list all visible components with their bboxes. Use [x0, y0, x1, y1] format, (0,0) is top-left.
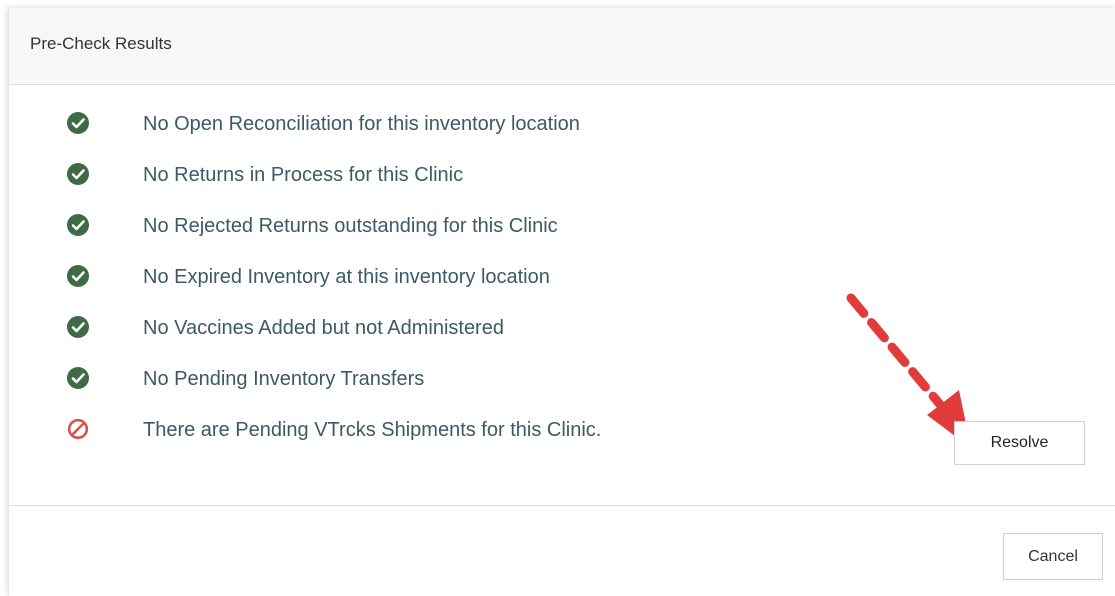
dialog-footer: Cancel [9, 505, 1115, 596]
result-item: No Vaccines Added but not Administered [9, 306, 1115, 357]
check-circle-icon [67, 214, 89, 236]
cancel-button[interactable]: Cancel [1003, 533, 1103, 580]
check-circle-icon [67, 163, 89, 185]
check-circle-icon [67, 367, 89, 389]
result-item: There are Pending VTrcks Shipments for t… [9, 408, 1115, 459]
check-circle-icon [67, 112, 89, 134]
pre-check-results-dialog: Pre-Check Results No Open Reconciliation… [8, 8, 1115, 596]
dialog-header: Pre-Check Results [9, 8, 1115, 85]
results-list: No Open Reconciliation for this inventor… [9, 102, 1115, 459]
result-text: No Pending Inventory Transfers [143, 368, 425, 390]
check-circle-icon [67, 265, 89, 287]
dialog-title: Pre-Check Results [30, 34, 172, 53]
prohibited-icon [67, 418, 89, 440]
check-circle-icon [67, 316, 89, 338]
result-item: No Rejected Returns outstanding for this… [9, 204, 1115, 255]
result-item: No Expired Inventory at this inventory l… [9, 255, 1115, 306]
result-text: No Expired Inventory at this inventory l… [143, 266, 550, 288]
result-text: No Open Reconciliation for this inventor… [143, 113, 580, 135]
result-item: No Returns in Process for this Clinic [9, 153, 1115, 204]
resolve-button[interactable]: Resolve [954, 421, 1085, 465]
result-item: No Open Reconciliation for this inventor… [9, 102, 1115, 153]
result-text: No Returns in Process for this Clinic [143, 164, 464, 186]
result-text: There are Pending VTrcks Shipments for t… [143, 419, 602, 441]
result-text: No Vaccines Added but not Administered [143, 317, 504, 339]
result-text: No Rejected Returns outstanding for this… [143, 215, 558, 237]
result-item: No Pending Inventory Transfers [9, 357, 1115, 408]
